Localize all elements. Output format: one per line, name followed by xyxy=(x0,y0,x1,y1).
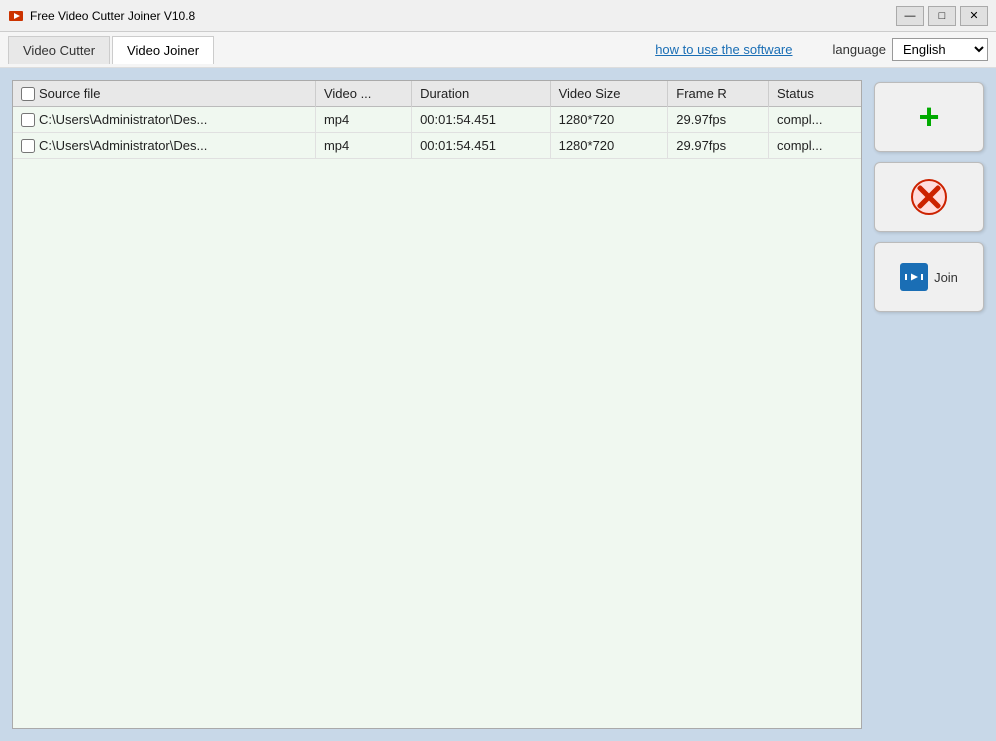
duration-cell-1: 00:01:54.451 xyxy=(412,133,551,159)
menu-bar: Video Cutter Video Joiner how to use the… xyxy=(0,32,996,68)
delete-file-button[interactable] xyxy=(874,162,984,232)
status-cell-0: compl... xyxy=(769,107,862,133)
header-checkbox-cell: Source file xyxy=(13,81,315,107)
source-path-1: C:\Users\Administrator\Des... xyxy=(39,138,207,153)
join-icon xyxy=(900,263,928,291)
source-path-0: C:\Users\Administrator\Des... xyxy=(39,112,207,127)
x-cross-icon xyxy=(913,180,945,214)
add-icon: + xyxy=(911,99,947,135)
window-controls: — □ ✕ xyxy=(896,6,988,26)
table-row: C:\Users\Administrator\Des... mp4 00:01:… xyxy=(13,133,861,159)
file-list-panel: Source file Video ... Duration Video Siz… xyxy=(12,80,862,729)
source-col-header: Source file xyxy=(39,86,100,101)
language-select[interactable]: English Chinese French German Spanish xyxy=(892,38,988,61)
file-table-body: C:\Users\Administrator\Des... mp4 00:01:… xyxy=(13,107,861,159)
source-cell-0: C:\Users\Administrator\Des... xyxy=(13,107,315,133)
duration-cell-0: 00:01:54.451 xyxy=(412,107,551,133)
status-col-header: Status xyxy=(769,81,862,107)
delete-icon xyxy=(911,179,947,215)
join-button[interactable]: Join xyxy=(874,242,984,312)
join-label: Join xyxy=(934,270,958,285)
language-label: language xyxy=(833,42,887,57)
source-cell-1: C:\Users\Administrator\Des... xyxy=(13,133,315,159)
table-header: Source file Video ... Duration Video Siz… xyxy=(13,81,861,107)
app-icon xyxy=(8,8,24,24)
select-all-checkbox[interactable] xyxy=(21,87,35,101)
tab-video-joiner[interactable]: Video Joiner xyxy=(112,36,214,64)
file-table: Source file Video ... Duration Video Siz… xyxy=(13,81,861,159)
right-panel: + Join xyxy=(874,80,984,729)
add-file-button[interactable]: + xyxy=(874,82,984,152)
table-row: C:\Users\Administrator\Des... mp4 00:01:… xyxy=(13,107,861,133)
size-cell-1: 1280*720 xyxy=(550,133,668,159)
framerate-col-header: Frame R xyxy=(668,81,769,107)
format-cell-0: mp4 xyxy=(315,107,411,133)
status-cell-1: compl... xyxy=(769,133,862,159)
framerate-cell-1: 29.97fps xyxy=(668,133,769,159)
restore-button[interactable]: □ xyxy=(928,6,956,26)
duration-col-header: Duration xyxy=(412,81,551,107)
tab-video-cutter[interactable]: Video Cutter xyxy=(8,36,110,64)
framerate-cell-0: 29.97fps xyxy=(668,107,769,133)
minimize-button[interactable]: — xyxy=(896,6,924,26)
title-bar: Free Video Cutter Joiner V10.8 — □ ✕ xyxy=(0,0,996,32)
format-col-header: Video ... xyxy=(315,81,411,107)
row-checkbox-1[interactable] xyxy=(21,139,35,153)
main-area: Source file Video ... Duration Video Siz… xyxy=(0,68,996,741)
format-cell-1: mp4 xyxy=(315,133,411,159)
size-col-header: Video Size xyxy=(550,81,668,107)
size-cell-0: 1280*720 xyxy=(550,107,668,133)
close-button[interactable]: ✕ xyxy=(960,6,988,26)
help-link[interactable]: how to use the software xyxy=(655,42,792,57)
row-checkbox-0[interactable] xyxy=(21,113,35,127)
app-title: Free Video Cutter Joiner V10.8 xyxy=(30,9,195,23)
